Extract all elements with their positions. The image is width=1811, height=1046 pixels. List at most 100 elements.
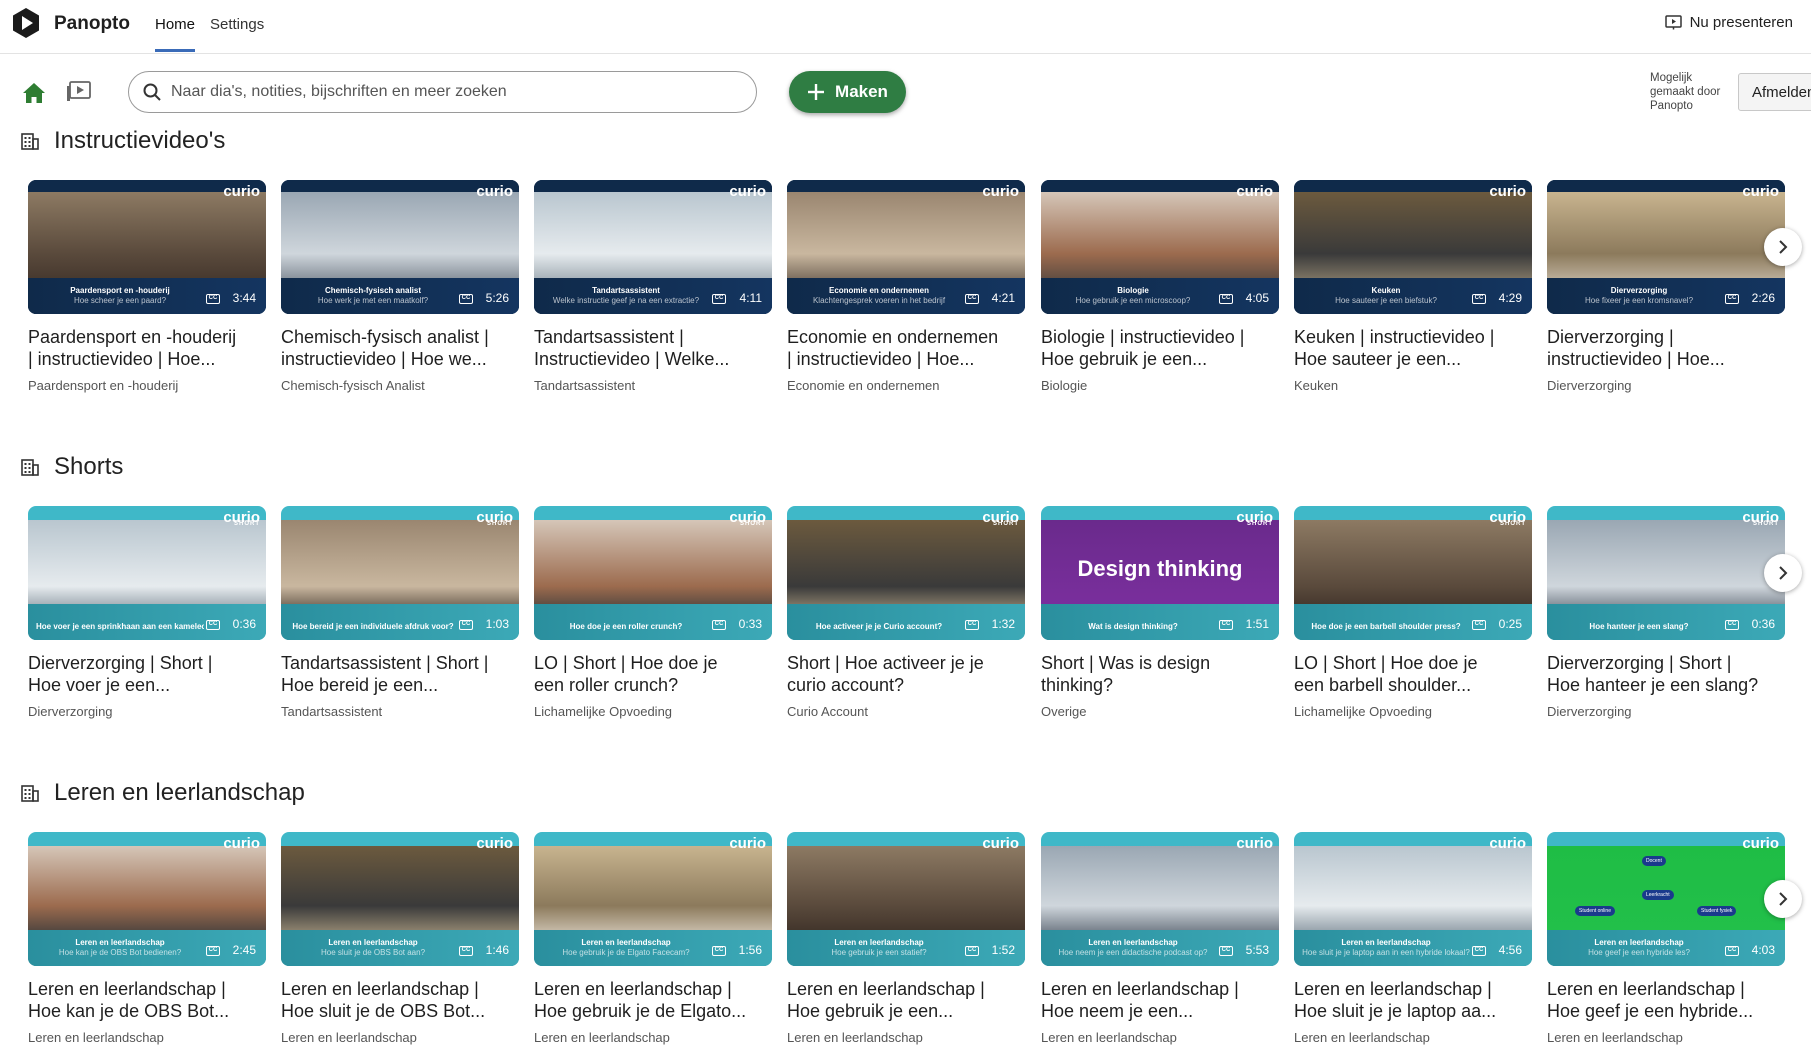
video-card[interactable]: curio SHORT Hoe voer je een sprinkhaan aan… — [28, 506, 266, 719]
video-thumbnail[interactable]: curio Leren en leerlandschap Hoe sluit je … — [281, 832, 519, 966]
video-card[interactable]: curio Leren en leerlandschap Hoe sluit je … — [281, 832, 519, 1045]
video-card[interactable]: curio Keuken Hoe sauteer je een biefstuk? C… — [1294, 180, 1532, 393]
video-thumbnail[interactable]: Docent Leerkracht Student online Student fy… — [1547, 832, 1785, 966]
video-folder[interactable]: Overige — [1041, 704, 1279, 719]
video-title[interactable]: Leren en leerlandschap | Hoe geef je een … — [1547, 978, 1785, 1022]
video-title[interactable]: Economie en ondernemen | instructievideo … — [787, 326, 1025, 370]
video-thumbnail[interactable]: curio SHORT Hoe voer je een sprinkhaan aan… — [28, 506, 266, 640]
carousel-next-button[interactable] — [1764, 880, 1802, 918]
video-folder[interactable]: Dierverzorging — [28, 704, 266, 719]
video-library-icon[interactable] — [66, 80, 94, 104]
video-thumbnail[interactable]: curio Biologie Hoe gebruik je een microsco… — [1041, 180, 1279, 314]
tab-settings[interactable]: Settings — [210, 16, 264, 33]
video-card[interactable]: curio Tandartsassistent Welke instructie g… — [534, 180, 772, 393]
video-card[interactable]: curio Leren en leerlandschap Hoe gebruik j… — [534, 832, 772, 1045]
video-folder[interactable]: Chemisch-fysisch Analist — [281, 378, 519, 393]
video-thumbnail[interactable]: curio Leren en leerlandschap Hoe gebruik j… — [534, 832, 772, 966]
video-card[interactable]: curio SHORT Hoe hanteer je een slang? CC 0:3… — [1547, 506, 1785, 719]
video-title[interactable]: Tandartsassistent | Instructievideo | Wel… — [534, 326, 772, 370]
video-folder[interactable]: Economie en ondernemen — [787, 378, 1025, 393]
video-title[interactable]: Short | Hoe activeer je je curio account? — [787, 652, 1025, 696]
make-button[interactable]: Maken — [789, 71, 906, 113]
video-thumbnail[interactable]: curio SHORT Hoe activeer je je Curio accou… — [787, 506, 1025, 640]
search-input[interactable] — [171, 83, 731, 101]
video-title[interactable]: Keuken | instructievideo | Hoe sauteer je… — [1294, 326, 1532, 370]
video-title[interactable]: Leren en leerlandschap | Hoe kan je de OB… — [28, 978, 266, 1022]
video-folder[interactable]: Tandartsassistent — [534, 378, 772, 393]
video-thumbnail[interactable]: curio Chemisch-fysisch analist Hoe werk je… — [281, 180, 519, 314]
video-card[interactable]: curio Leren en leerlandschap Hoe neem je e… — [1041, 832, 1279, 1045]
video-card[interactable]: Design thinking curio SHORT Wat is design t… — [1041, 506, 1279, 719]
video-card[interactable]: curio Leren en leerlandschap Hoe kan je de… — [28, 832, 266, 1045]
video-folder[interactable]: Biologie — [1041, 378, 1279, 393]
video-folder[interactable]: Lichamelijke Opvoeding — [1294, 704, 1532, 719]
video-thumbnail[interactable]: curio Tandartsassistent Welke instructie g… — [534, 180, 772, 314]
present-button[interactable]: Nu presenteren — [1664, 14, 1793, 31]
section-title[interactable]: Leren en leerlandschap — [54, 779, 305, 807]
video-folder[interactable]: Dierverzorging — [1547, 378, 1785, 393]
video-folder[interactable]: Leren en leerlandschap — [787, 1030, 1025, 1045]
video-card[interactable]: curio Dierverzorging Hoe fixeer je een kro… — [1547, 180, 1785, 393]
video-thumbnail[interactable]: curio Dierverzorging Hoe fixeer je een kro… — [1547, 180, 1785, 314]
video-card[interactable]: curio Economie en ondernemen Klachtengespr… — [787, 180, 1025, 393]
search-box[interactable] — [128, 71, 757, 113]
video-card[interactable]: curio SHORT Hoe doe je een roller crunch? C… — [534, 506, 772, 719]
video-thumbnail[interactable]: curio Economie en ondernemen Klachtengespr… — [787, 180, 1025, 314]
video-title[interactable]: Leren en leerlandschap | Hoe sluit je je … — [1294, 978, 1532, 1022]
video-thumbnail[interactable]: curio SHORT Hoe hanteer je een slang? CC 0:3… — [1547, 506, 1785, 640]
video-thumbnail[interactable]: curio SHORT Hoe doe je een roller crunch? C… — [534, 506, 772, 640]
video-card[interactable]: curio Biologie Hoe gebruik je een microsco… — [1041, 180, 1279, 393]
video-thumbnail[interactable]: curio SHORT Hoe bereid je een individuele … — [281, 506, 519, 640]
section-title[interactable]: Instructievideo's — [54, 127, 225, 155]
video-thumbnail[interactable]: curio Leren en leerlandschap Hoe neem je e… — [1041, 832, 1279, 966]
carousel-next-button[interactable] — [1764, 228, 1802, 266]
video-title[interactable]: Short | Was is design thinking? — [1041, 652, 1279, 696]
video-card[interactable]: Docent Leerkracht Student online Student fy… — [1547, 832, 1785, 1045]
video-folder[interactable]: Leren en leerlandschap — [28, 1030, 266, 1045]
video-card[interactable]: curio SHORT Hoe bereid je een individuele … — [281, 506, 519, 719]
video-folder[interactable]: Curio Account — [787, 704, 1025, 719]
video-title[interactable]: LO | Short | Hoe doe je een barbell shoul… — [1294, 652, 1532, 696]
video-card[interactable]: curio SHORT Hoe activeer je je Curio accou… — [787, 506, 1025, 719]
video-title[interactable]: Leren en leerlandschap | Hoe gebruik je d… — [534, 978, 772, 1022]
video-title[interactable]: Paardensport en -houderij | instructievid… — [28, 326, 266, 370]
video-folder[interactable]: Keuken — [1294, 378, 1532, 393]
section-title[interactable]: Shorts — [54, 453, 123, 481]
video-title[interactable]: Leren en leerlandschap | Hoe gebruik je e… — [787, 978, 1025, 1022]
video-thumbnail[interactable]: curio Keuken Hoe sauteer je een biefstuk? C… — [1294, 180, 1532, 314]
video-folder[interactable]: Leren en leerlandschap — [1547, 1030, 1785, 1045]
video-folder[interactable]: Paardensport en -houderij — [28, 378, 266, 393]
video-title[interactable]: Leren en leerlandschap | Hoe neem je een.… — [1041, 978, 1279, 1022]
video-thumbnail[interactable]: curio SHORT Hoe doe je een barbell shoulde… — [1294, 506, 1532, 640]
video-folder[interactable]: Dierverzorging — [1547, 704, 1785, 719]
video-folder[interactable]: Leren en leerlandschap — [534, 1030, 772, 1045]
video-title[interactable]: Tandartsassistent | Short | Hoe bereid je… — [281, 652, 519, 696]
video-folder[interactable]: Tandartsassistent — [281, 704, 519, 719]
video-title[interactable]: Biologie | instructievideo | Hoe gebruik … — [1041, 326, 1279, 370]
panopto-logo-icon[interactable] — [10, 7, 42, 39]
video-card[interactable]: curio Chemisch-fysisch analist Hoe werk je… — [281, 180, 519, 393]
video-thumbnail[interactable]: curio Leren en leerlandschap Hoe sluit je … — [1294, 832, 1532, 966]
signout-button[interactable]: Afmelden — [1738, 73, 1811, 111]
video-thumbnail[interactable]: Design thinking curio SHORT Wat is design t… — [1041, 506, 1279, 640]
home-icon[interactable] — [20, 78, 48, 110]
video-folder[interactable]: Lichamelijke Opvoeding — [534, 704, 772, 719]
tab-home[interactable]: Home — [155, 16, 196, 52]
video-title[interactable]: Dierverzorging | instructievideo | Hoe... — [1547, 326, 1785, 370]
video-card[interactable]: curio Leren en leerlandschap Hoe sluit je … — [1294, 832, 1532, 1045]
video-title[interactable]: Chemisch-fysisch analist | instructievide… — [281, 326, 519, 370]
carousel-next-button[interactable] — [1764, 554, 1802, 592]
video-thumbnail[interactable]: curio Leren en leerlandschap Hoe kan je de… — [28, 832, 266, 966]
video-title[interactable]: Leren en leerlandschap | Hoe sluit je de … — [281, 978, 519, 1022]
video-card[interactable]: curio SHORT Hoe doe je een barbell shoulde… — [1294, 506, 1532, 719]
video-folder[interactable]: Leren en leerlandschap — [281, 1030, 519, 1045]
video-card[interactable]: curio Paardensport en -houderij Hoe scheer… — [28, 180, 266, 393]
brand-name[interactable]: Panopto — [54, 13, 130, 35]
video-title[interactable]: Dierverzorging | Short | Hoe voer je een.… — [28, 652, 266, 696]
video-thumbnail[interactable]: curio Leren en leerlandschap Hoe gebruik j… — [787, 832, 1025, 966]
video-title[interactable]: LO | Short | Hoe doe je een roller crunch… — [534, 652, 772, 696]
video-folder[interactable]: Leren en leerlandschap — [1041, 1030, 1279, 1045]
video-thumbnail[interactable]: curio Paardensport en -houderij Hoe scheer… — [28, 180, 266, 314]
video-folder[interactable]: Leren en leerlandschap — [1294, 1030, 1532, 1045]
video-title[interactable]: Dierverzorging | Short | Hoe hanteer je e… — [1547, 652, 1785, 696]
